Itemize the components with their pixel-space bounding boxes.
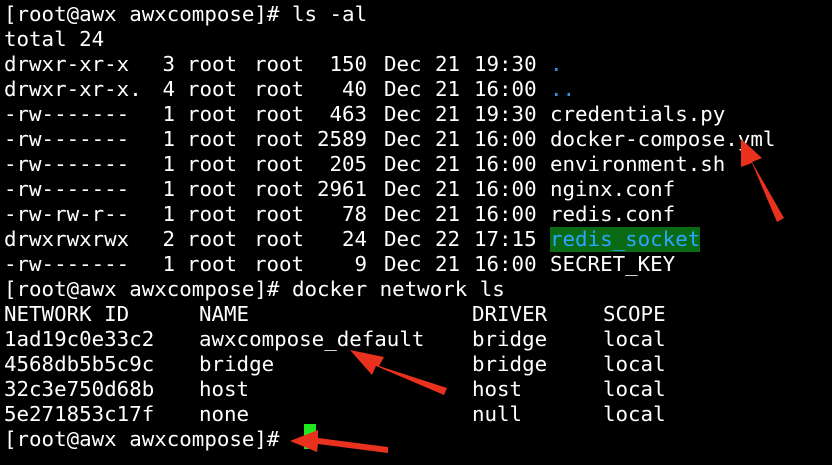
arrow-prompt <box>290 430 388 453</box>
arrow-docker-compose <box>741 139 784 222</box>
annotation-arrows <box>290 139 784 453</box>
terminal-window[interactable]: [root@awx awxcompose]# ls -al total 24 d… <box>0 0 832 465</box>
arrow-awxcompose-default <box>350 350 447 395</box>
